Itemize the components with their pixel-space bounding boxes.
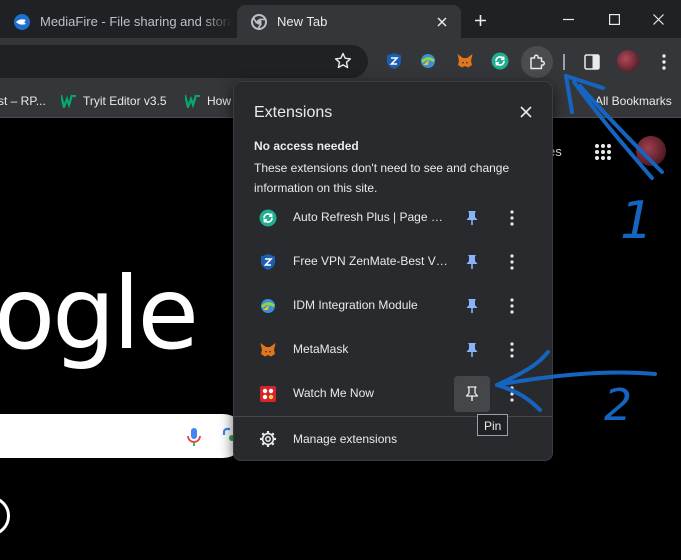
unpin-button[interactable] [454, 332, 490, 368]
maximize-button[interactable] [591, 0, 637, 38]
more-vert-icon [510, 342, 514, 358]
popup-title: Extensions [254, 104, 333, 121]
unpin-button[interactable] [454, 200, 490, 236]
more-vert-icon [510, 210, 514, 226]
new-tab-button[interactable] [468, 8, 492, 32]
extension-menu-button[interactable] [502, 384, 522, 404]
unpin-button[interactable] [454, 288, 490, 324]
zenmate-vpn-icon [387, 53, 401, 69]
microphone-icon[interactable] [186, 427, 202, 447]
more-vert-icon [510, 298, 514, 314]
section-description: These extensions don't need to see and c… [254, 161, 510, 195]
w3schools-icon [61, 94, 76, 108]
google-search-box[interactable] [0, 414, 245, 458]
pin-tooltip: Pin [477, 414, 509, 436]
close-tab-button[interactable] [431, 11, 453, 33]
maximize-icon [608, 13, 620, 25]
extension-name: MetaMask [293, 342, 349, 356]
extension-name: Watch Me Now [293, 386, 374, 400]
extensions-puzzle-button[interactable] [521, 46, 553, 78]
apps-grid-icon[interactable] [594, 143, 612, 161]
idm-icon [420, 54, 435, 68]
profile-avatar[interactable] [617, 50, 639, 72]
extension-menu-button[interactable] [502, 252, 522, 272]
bookmark-label: st – RP... [0, 94, 46, 108]
minimize-button[interactable] [545, 0, 591, 38]
more-vert-icon [510, 386, 514, 402]
w3schools-icon [185, 94, 200, 108]
close-popup-button[interactable] [516, 102, 536, 122]
side-panel-icon[interactable] [583, 53, 601, 71]
close-icon [437, 16, 447, 27]
idm-toolbar-button[interactable] [418, 51, 438, 71]
section-heading: No access needed [254, 139, 359, 153]
tab-strip: MediaFire - File sharing and storage mad… [0, 0, 681, 38]
extension-row[interactable]: IDM Integration Module [234, 284, 552, 328]
auto-refresh-icon [259, 209, 277, 227]
bookmark-item[interactable]: How [185, 85, 231, 117]
google-logo: ogle [0, 255, 199, 372]
bookmark-label: How [207, 94, 232, 108]
pin-filled-icon [466, 255, 478, 269]
close-window-button[interactable] [635, 0, 681, 38]
minimize-icon [562, 18, 574, 20]
pin-outline-icon [465, 386, 479, 401]
more-vert-icon [510, 254, 514, 270]
metamask-icon [457, 54, 473, 68]
google-account-avatar[interactable] [636, 136, 666, 166]
zenmate-vpn-toolbar-button[interactable] [384, 51, 404, 71]
bookmark-star-icon[interactable] [334, 52, 352, 70]
bookmark-label: Tryit Editor v3.5 [83, 94, 167, 108]
address-bar[interactable] [0, 45, 368, 78]
idm-icon [259, 297, 277, 315]
toolbar-separator [563, 54, 565, 70]
all-bookmarks-button[interactable]: All Bookmarks [595, 85, 672, 117]
close-icon [520, 106, 532, 118]
extension-menu-button[interactable] [502, 208, 522, 228]
manage-extensions-label: Manage extensions [293, 432, 398, 446]
metamask-icon [259, 341, 277, 359]
tab-new-tab[interactable]: New Tab [237, 5, 461, 38]
mediafire-icon [14, 13, 30, 30]
plus-icon [474, 14, 486, 26]
puzzle-icon [530, 54, 546, 70]
extension-name: Free VPN ZenMate-Best VPN for Chrome [293, 254, 449, 268]
extension-name: IDM Integration Module [293, 298, 418, 312]
close-icon [652, 13, 664, 25]
chrome-icon [251, 13, 267, 30]
gear-icon [260, 431, 276, 447]
shortcut-circle[interactable] [0, 496, 10, 536]
pin-button[interactable] [454, 376, 490, 412]
more-vert-icon[interactable] [655, 52, 673, 72]
pin-filled-icon [466, 211, 478, 225]
bookmark-item[interactable]: st – RP... [0, 85, 46, 117]
metamask-toolbar-button[interactable] [455, 51, 475, 71]
unpin-button[interactable] [454, 244, 490, 280]
extension-row[interactable]: Auto Refresh Plus | Page Monitor [234, 196, 552, 240]
pin-filled-icon [466, 343, 478, 357]
tab-title: MediaFire - File sharing and storage mad… [40, 14, 232, 29]
zenmate-vpn-icon [259, 253, 277, 271]
extension-row[interactable]: MetaMask [234, 328, 552, 372]
auto-refresh-toolbar-button[interactable] [490, 51, 510, 71]
tab-mediafire[interactable]: MediaFire - File sharing and storage mad… [0, 5, 232, 38]
watch-me-now-icon [259, 385, 277, 403]
auto-refresh-icon [491, 52, 509, 70]
tab-title: New Tab [277, 14, 328, 29]
extensions-popup: Extensions No access needed These extens… [233, 81, 553, 461]
extension-menu-button[interactable] [502, 296, 522, 316]
extension-row[interactable]: Free VPN ZenMate-Best VPN for Chrome [234, 240, 552, 284]
extension-menu-button[interactable] [502, 340, 522, 360]
all-bookmarks-label: All Bookmarks [595, 94, 672, 108]
bookmark-item[interactable]: Tryit Editor v3.5 [61, 85, 167, 117]
extension-name: Auto Refresh Plus | Page Monitor [293, 210, 449, 224]
pin-filled-icon [466, 299, 478, 313]
extension-row[interactable]: Watch Me Now [234, 372, 552, 416]
